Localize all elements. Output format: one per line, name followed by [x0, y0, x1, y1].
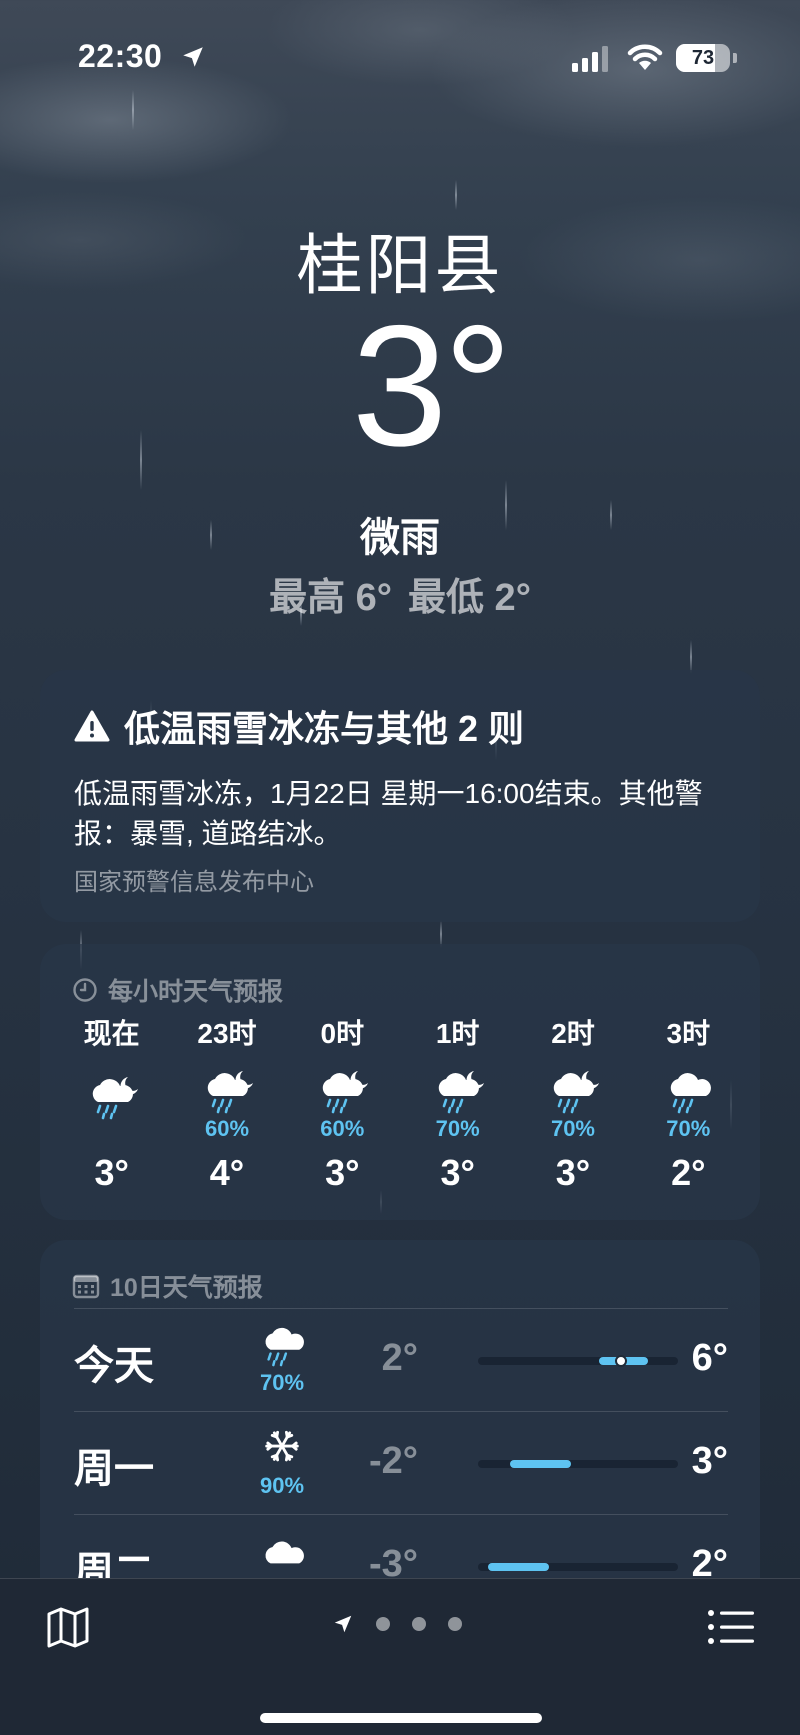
rain-streak [455, 180, 457, 210]
clock-icon [73, 978, 97, 1002]
hourly-time: 1时 [435, 1018, 480, 1049]
hourly-time: 2时 [551, 1018, 595, 1049]
night-rain-cloud-icon [92, 1077, 138, 1120]
night-rain-cloud-icon [207, 1071, 253, 1114]
daily-temp-range-bar [478, 1355, 678, 1367]
hourly-forecast-row[interactable]: 现在 3° 23时 60% 4° 0时 60% 3° 1时 70% 3° 2时 70% 3° 3时 70% 2° [54, 1014, 746, 1214]
rain-streak [690, 640, 692, 674]
hourly-item: 1时 70% 3° [400, 1014, 515, 1214]
high-low-temps: 最高 6° 最低 2° [0, 566, 800, 621]
daily-temp-range-bar [478, 1563, 678, 1571]
calendar-icon [72, 1274, 100, 1299]
hourly-time: 23时 [197, 1018, 257, 1049]
hourly-time: 3时 [666, 1018, 711, 1049]
daily-icon-wrap: 70% [232, 1323, 332, 1396]
home-indicator [260, 1713, 542, 1723]
daily-precip-chance: 90% [259, 1473, 305, 1498]
weather-alert-card[interactable]: 低温雨雪冰冻与其他 2 则 低温雨雪冰冻，1月22日 星期一16:00结束。其他… [40, 670, 760, 922]
alert-body: 低温雨雪冰冻，1月22日 星期一16:00结束。其他警报：暴雪, 道路结冰。 [74, 778, 703, 849]
hourly-precip-chance: 70% [435, 1116, 480, 1141]
hourly-forecast-heading-row: 每小时天气预报 [72, 972, 283, 1008]
hourly-temp: 3° [94, 1152, 129, 1193]
hourly-precip-chance: 60% [320, 1116, 365, 1141]
hourly-precip-chance: 70% [666, 1116, 711, 1141]
hourly-item: 0时 60% 3° [285, 1014, 400, 1214]
alert-source: 国家预警信息发布中心 [74, 869, 314, 896]
hourly-forecast-card[interactable]: 每小时天气预报 现在 3° 23时 60% 4° 0时 60% 3° 1时 70% 3° 2时 70% 3… [40, 944, 760, 1220]
hourly-time: 现在 [83, 1018, 140, 1049]
hourly-temp: 4° [209, 1152, 245, 1193]
hourly-temp: 3° [440, 1152, 475, 1193]
location-arrow-icon[interactable] [332, 1613, 354, 1635]
ten-day-forecast-heading-row: 10日天气预报 [72, 1268, 263, 1304]
hourly-forecast-heading: 每小时天气预报 [108, 978, 284, 1006]
daily-temp-range-fill [510, 1460, 572, 1468]
page-dot[interactable] [448, 1617, 462, 1631]
current-temperature: 3° [351, 290, 512, 482]
warning-triangle-icon [74, 710, 110, 742]
daily-day-name: 周一 [74, 1447, 154, 1491]
hourly-temp: 3° [555, 1152, 591, 1193]
hourly-icon-wrap [400, 1068, 515, 1114]
hourly-precip-chance: 60% [204, 1116, 250, 1141]
hourly-time: 0时 [320, 1018, 365, 1049]
hourly-item: 23时 60% 4° [169, 1014, 284, 1214]
alert-title-row: 低温雨雪冰冻与其他 2 则 [74, 700, 524, 752]
daily-precip-chance: 70% [259, 1370, 305, 1395]
page-dot[interactable] [376, 1617, 390, 1631]
alert-title: 低温雨雪冰冻与其他 2 则 [124, 708, 525, 749]
rain-cloud-icon [671, 1073, 712, 1114]
hourly-item: 2时 70% 3° [515, 1014, 630, 1214]
daily-icon-wrap [232, 1529, 332, 1576]
hourly-icon-wrap [285, 1068, 400, 1114]
battery-cap [733, 53, 737, 63]
night-rain-cloud-icon [553, 1071, 599, 1114]
daily-icon-wrap: 90% [232, 1426, 332, 1499]
status-time: 22:30 [78, 38, 163, 74]
page-dot[interactable] [412, 1617, 426, 1631]
daily-high-temp: 6° [691, 1337, 728, 1379]
hourly-temp: 2° [671, 1152, 706, 1193]
hourly-icon-wrap [169, 1068, 284, 1114]
status-bar: 22:30 73 [0, 0, 800, 110]
map-icon[interactable] [44, 1603, 92, 1651]
high-temp: 最高 6° [269, 577, 392, 619]
cellular-signal-icon [572, 46, 608, 72]
night-rain-cloud-icon [438, 1071, 484, 1114]
daily-day-name: 今天 [74, 1344, 154, 1388]
snowflake-icon [265, 1430, 299, 1462]
hourly-icon-wrap [54, 1074, 169, 1124]
location-arrow-icon [183, 47, 203, 67]
daily-row[interactable]: 今天 70% 2° 6° [74, 1308, 728, 1411]
hourly-item: 现在 3° [54, 1014, 169, 1214]
daily-low-temp: -2° [369, 1440, 418, 1482]
daily-temp-range-fill [488, 1563, 550, 1571]
battery-icon: 73 [676, 44, 730, 72]
weather-condition: 微雨 [360, 516, 440, 560]
bottom-toolbar [0, 1578, 800, 1735]
battery-level: 73 [691, 47, 715, 69]
current-temp-marker [615, 1355, 628, 1367]
hourly-icon-wrap [631, 1068, 746, 1114]
daily-high-temp: 3° [691, 1440, 728, 1482]
daily-row[interactable]: 周一 90% -2° 3° [74, 1411, 728, 1514]
wifi-icon [627, 44, 663, 70]
rain-cloud-icon [265, 1327, 304, 1367]
page-indicator[interactable] [332, 1613, 462, 1635]
list-icon[interactable] [706, 1603, 756, 1651]
hourly-icon-wrap [515, 1068, 630, 1114]
cloud-icon [265, 1541, 304, 1564]
hourly-precip-chance: 70% [550, 1116, 595, 1141]
low-temp: 最低 2° [408, 577, 531, 619]
daily-low-temp: 2° [381, 1337, 418, 1379]
hourly-temp: 3° [325, 1152, 360, 1193]
ten-day-forecast-list: 今天 70% 2° 6° 周一 90% -2° 3° 周二 -3° 2° [74, 1308, 728, 1617]
daily-temp-range-bar [478, 1460, 678, 1468]
hourly-item: 3时 70% 2° [631, 1014, 746, 1214]
night-rain-cloud-icon [323, 1071, 369, 1114]
ten-day-forecast-heading: 10日天气预报 [110, 1274, 263, 1302]
